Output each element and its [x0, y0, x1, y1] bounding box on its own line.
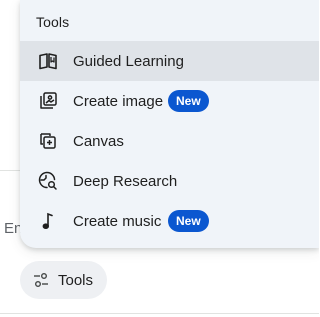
- menu-item-deep-research[interactable]: Deep Research: [20, 161, 319, 201]
- image-stack-icon: [38, 91, 58, 111]
- menu-item-label: Deep Research: [73, 172, 178, 190]
- menu-item-label: Create image: [73, 92, 164, 110]
- book-icon: [38, 51, 58, 71]
- menu-item-create-music[interactable]: Create music New: [20, 201, 319, 241]
- menu-item-label: Create music: [73, 212, 162, 230]
- tools-button[interactable]: Tools: [20, 261, 107, 299]
- new-badge: New: [168, 90, 209, 112]
- menu-item-label: Canvas: [73, 132, 124, 150]
- music-note-icon: [38, 211, 58, 231]
- new-badge: New: [168, 210, 209, 232]
- tools-menu-header: Tools: [36, 14, 70, 30]
- globe-search-icon: [38, 171, 58, 191]
- tools-menu: Tools Guided Learning Create image New C…: [20, 0, 319, 248]
- menu-item-canvas[interactable]: Canvas: [20, 121, 319, 161]
- tune-icon: [33, 272, 49, 288]
- canvas-icon: [38, 131, 58, 151]
- menu-item-label: Guided Learning: [73, 52, 184, 70]
- tools-button-label: Tools: [58, 271, 94, 289]
- menu-item-guided-learning[interactable]: Guided Learning: [20, 41, 319, 81]
- page: En Tools Tools Guided Learning Create im…: [0, 0, 319, 317]
- menu-item-create-image[interactable]: Create image New: [20, 81, 319, 121]
